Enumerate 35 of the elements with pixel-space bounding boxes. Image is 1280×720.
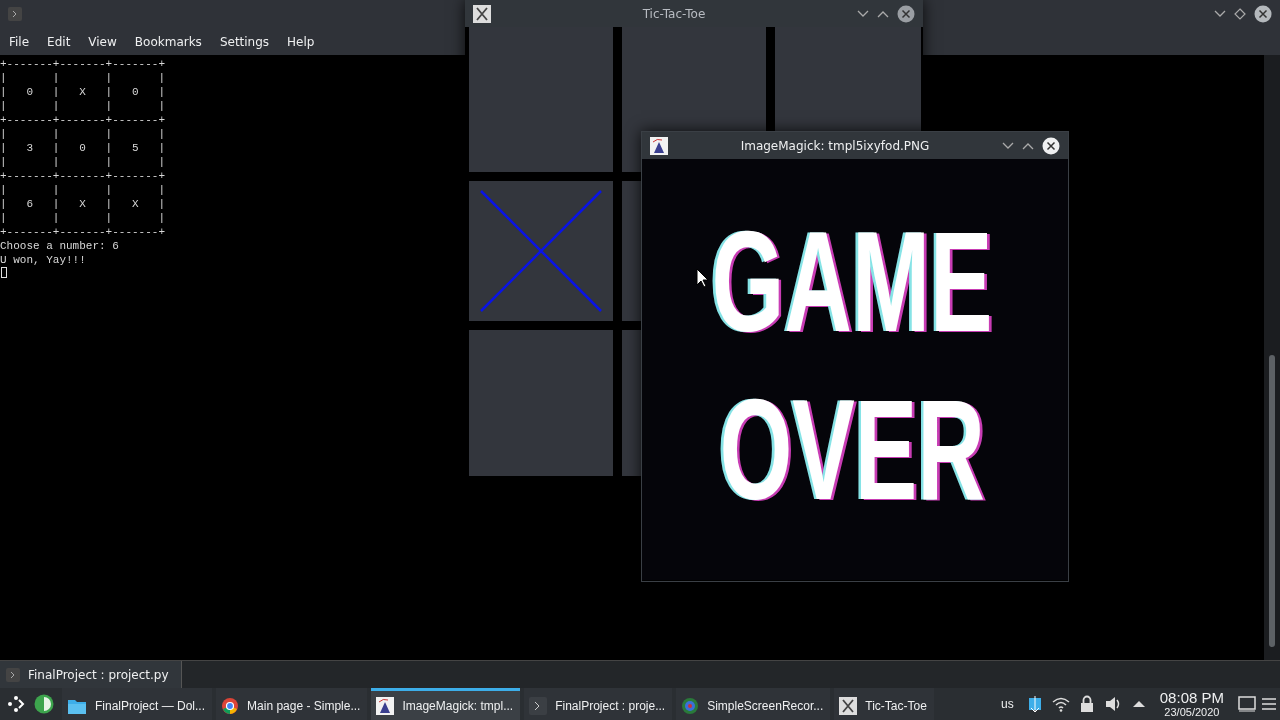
taskbar-button[interactable]: Tic-Tac-Toe bbox=[834, 688, 934, 720]
terminal-line: | | | | bbox=[0, 71, 166, 85]
terminal-line: U won, Yay!!! bbox=[0, 253, 86, 267]
clock[interactable]: 08:08 PM 23/05/2020 bbox=[1159, 690, 1224, 718]
game-over-text: GAME bbox=[711, 210, 993, 353]
menu-item[interactable]: Settings bbox=[210, 32, 279, 51]
menu-item[interactable]: Bookmarks bbox=[125, 32, 211, 51]
terminal-line: | | | | bbox=[0, 127, 166, 141]
terminal-line: +-------+-------+-------+ bbox=[0, 169, 166, 183]
taskbar-button[interactable]: ImageMagick: tmpl... bbox=[371, 688, 521, 720]
terminal-line: +-------+-------+-------+ bbox=[0, 57, 166, 71]
terminal-line: +-------+-------+-------+ bbox=[0, 225, 166, 239]
keyboard-layout[interactable]: us bbox=[1001, 695, 1014, 713]
window-title: ImageMagick: tmpl5ixyfod.PNG bbox=[739, 137, 931, 155]
taskbar-button[interactable]: FinalProject — Dol... bbox=[62, 688, 213, 720]
taskbar-button[interactable]: SimpleScreenRecor... bbox=[676, 688, 831, 720]
menu-item[interactable]: File bbox=[0, 32, 39, 51]
taskbar-button[interactable]: FinalProject : proje... bbox=[524, 688, 673, 720]
terminal-line: | 0 | X | 0 | bbox=[0, 85, 166, 99]
terminal-line: | | | | bbox=[0, 183, 166, 197]
menu-item[interactable]: Edit bbox=[38, 32, 80, 51]
terminal-line: | | | | bbox=[0, 155, 166, 169]
window-title: Tic-Tac-Toe bbox=[641, 5, 707, 23]
menu-item[interactable]: View bbox=[79, 32, 126, 51]
terminal-tab[interactable]: FinalProject : project.py bbox=[0, 661, 182, 688]
terminal-line: | 6 | X | X | bbox=[0, 197, 166, 211]
taskbar-button[interactable]: Main page - Simple... bbox=[216, 688, 368, 720]
tab-label: FinalProject : project.py bbox=[28, 666, 169, 684]
terminal-line: | | | | bbox=[0, 99, 166, 113]
terminal-line: Choose a number: 6 bbox=[0, 239, 119, 253]
terminal-line: +-------+-------+-------+ bbox=[0, 113, 166, 127]
terminal-line: | | | | bbox=[0, 211, 166, 225]
menu-item[interactable]: Help bbox=[278, 32, 324, 51]
game-over-text: OVER bbox=[719, 378, 985, 521]
terminal-line: | 3 | 0 | 5 | bbox=[0, 141, 166, 155]
